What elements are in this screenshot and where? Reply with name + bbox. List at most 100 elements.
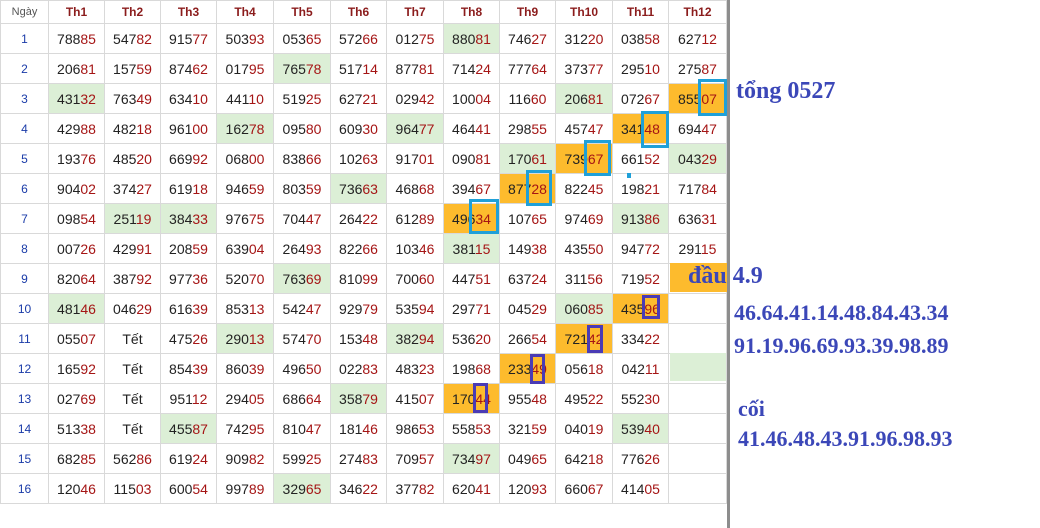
result-cell: 38294 — [386, 323, 444, 354]
result-cell: 06800 — [216, 143, 274, 174]
note-line-3: 41.46.48.43.91.96.98.93 — [738, 426, 953, 451]
result-cell: 85439 — [160, 353, 217, 384]
result-cell: 38433 — [160, 203, 217, 234]
table-row: 10 48146 04629 61639 85313 54247 92979 53594 297… — [0, 293, 727, 324]
result-cell: 73497 — [443, 443, 500, 474]
result-cell: 49634 — [443, 203, 500, 234]
result-cell: 12093 — [499, 473, 556, 504]
result-cell: 44110 — [216, 83, 274, 114]
result-cell: 45587 — [160, 413, 217, 444]
result-cell: 70957 — [386, 443, 444, 474]
result-cell: 17044 — [443, 383, 500, 414]
month-header: Th10 — [555, 0, 613, 24]
month-header: Th4 — [216, 0, 274, 24]
result-cell: 29771 — [443, 293, 500, 324]
result-cell: 10346 — [386, 233, 444, 264]
day-cell: 9 — [0, 263, 49, 294]
result-cell: 46868 — [386, 173, 444, 204]
marker-dot — [627, 173, 631, 178]
result-cell: 06085 — [555, 293, 613, 324]
note-line-1: 46.64.41.14.48.84.43.34 — [734, 300, 949, 325]
result-cell: 42988 — [48, 113, 105, 144]
result-cell: 76349 — [104, 83, 161, 114]
result-cell: 48146 — [48, 293, 105, 324]
result-cell: 02283 — [330, 353, 387, 384]
day-cell: 4 — [0, 113, 49, 144]
day-cell: 7 — [0, 203, 49, 234]
result-cell: 91701 — [386, 143, 444, 174]
result-cell: 76578 — [273, 53, 331, 84]
result-cell: Tết — [104, 413, 161, 444]
result-cell: 57266 — [330, 23, 387, 54]
month-header: Th3 — [160, 0, 217, 24]
table-row: 14 51338 Tết 45587 74295 81047 18146 98653 55853… — [0, 413, 727, 444]
day-cell: 15 — [0, 443, 49, 474]
result-cell: 60930 — [330, 113, 387, 144]
result-cell: 63724 — [499, 263, 556, 294]
result-cell: 38792 — [104, 263, 161, 294]
month-header: Th7 — [386, 0, 444, 24]
result-cell: 26493 — [273, 233, 331, 264]
month-header: Th5 — [273, 0, 331, 24]
result-cell: 29405 — [216, 383, 274, 414]
result-cell: 53940 — [612, 413, 669, 444]
result-cell: 78885 — [48, 23, 105, 54]
result-cell: 03858 — [612, 23, 669, 54]
table-row: 1 78885 54782 91577 50393 05365 57266 01275 8808… — [0, 23, 727, 54]
result-cell: 48323 — [386, 353, 444, 384]
result-cell: 23349 — [499, 353, 556, 384]
result-cell: 83866 — [273, 143, 331, 174]
result-cell: 91386 — [612, 203, 669, 234]
highlight-strip — [670, 353, 726, 381]
result-cell: 68285 — [48, 443, 105, 474]
month-header: Th9 — [499, 0, 556, 24]
result-cell: 33422 — [612, 323, 669, 354]
table-row: 13 02769 Tết 95112 29405 68664 35879 41507 17044… — [0, 383, 727, 414]
result-cell: 85313 — [216, 293, 274, 324]
result-cell: 82064 — [48, 263, 105, 294]
result-cell: 51925 — [273, 83, 331, 114]
result-cell: 81099 — [330, 263, 387, 294]
result-cell: 09081 — [443, 143, 500, 174]
result-cell: 10263 — [330, 143, 387, 174]
result-cell: 19376 — [48, 143, 105, 174]
day-cell: 11 — [0, 323, 49, 354]
result-cell: 62041 — [443, 473, 500, 504]
result-cell: 49522 — [555, 383, 613, 414]
result-cell: 95112 — [160, 383, 217, 414]
result-cell: 04211 — [612, 353, 669, 384]
result-cell: 01275 — [386, 23, 444, 54]
result-cell: 74295 — [216, 413, 274, 444]
table-row: 6 90402 37427 61918 94659 80359 73663 46868 3946… — [0, 173, 727, 204]
table-row: 11 05507 Tết 47526 29013 57470 15348 38294 53620… — [0, 323, 727, 354]
result-cell: 70060 — [386, 263, 444, 294]
result-cell: 32159 — [499, 413, 556, 444]
result-cell: 11503 — [104, 473, 161, 504]
result-cell: 51338 — [48, 413, 105, 444]
result-cell: 09580 — [273, 113, 331, 144]
day-cell: 8 — [0, 233, 49, 264]
result-cell: 64218 — [555, 443, 613, 474]
result-cell: 98653 — [386, 413, 444, 444]
result-cell: 97736 — [160, 263, 217, 294]
result-cell: 48520 — [104, 143, 161, 174]
month-header: Th8 — [443, 0, 500, 24]
result-cell: 53620 — [443, 323, 500, 354]
table-row: 8 00726 42991 20859 63904 26493 82266 10346 3811… — [0, 233, 727, 264]
table-row: 4 42988 48218 96100 16278 09580 60930 96477 4644… — [0, 113, 727, 144]
result-cell: 05365 — [273, 23, 331, 54]
result-cell: 04329 — [668, 143, 727, 174]
result-cell: 48218 — [104, 113, 161, 144]
result-cell: 10004 — [443, 83, 500, 114]
table-row: 5 19376 48520 66992 06800 83866 10263 91701 0908… — [0, 143, 727, 174]
result-cell: 77764 — [499, 53, 556, 84]
result-cell: 41405 — [612, 473, 669, 504]
result-cell: 29115 — [668, 233, 727, 264]
result-cell: 37782 — [386, 473, 444, 504]
result-cell: 63904 — [216, 233, 274, 264]
month-header: Th1 — [48, 0, 105, 24]
result-cell: 04529 — [499, 293, 556, 324]
note-line-2: 91.19.96.69.93.39.98.89 — [734, 333, 949, 358]
result-cell: 97675 — [216, 203, 274, 234]
result-cell: 35879 — [330, 383, 387, 414]
